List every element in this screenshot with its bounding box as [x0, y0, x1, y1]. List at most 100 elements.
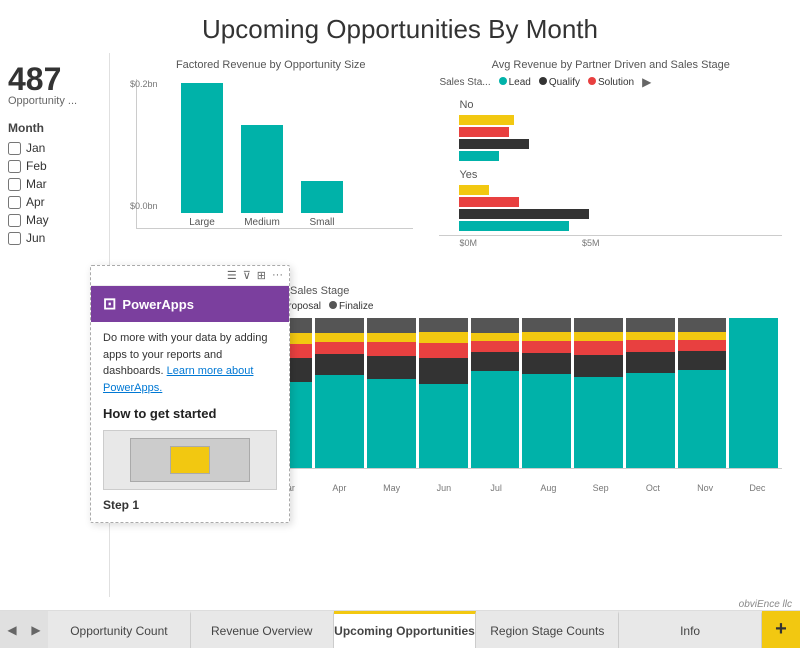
powerapps-image	[103, 430, 277, 490]
stacked-seg-solution	[367, 342, 416, 356]
hbar-yes-label: Yes	[459, 169, 782, 181]
month-label-apr: Apr	[26, 195, 45, 209]
popup-expand-icon[interactable]: ⊞	[257, 269, 266, 282]
stacked-seg-lead	[522, 374, 571, 468]
x-month-sep: Sep	[576, 483, 625, 493]
stacked-bar-Apr	[315, 318, 364, 468]
page-title: Upcoming Opportunities By Month	[0, 0, 800, 53]
month-label-feb: Feb	[26, 159, 47, 173]
tab-region-stage-counts[interactable]: Region Stage Counts	[476, 611, 619, 648]
month-filter-list: Jan Feb Mar Apr May Jun	[8, 141, 101, 245]
filter-item-mar: Mar	[8, 177, 101, 191]
bottom-nav: ◀ ▶ Opportunity Count Revenue Overview U…	[0, 610, 800, 648]
stacked-seg-solution	[471, 341, 520, 352]
stacked-seg-lead	[367, 379, 416, 468]
checkbox-apr[interactable]	[8, 196, 21, 209]
hbar-no-row2	[459, 127, 782, 137]
x-month-aug: Aug	[524, 483, 573, 493]
branding: obviEnce llc	[0, 597, 800, 610]
filter-item-feb: Feb	[8, 159, 101, 173]
stacked-seg-qualify	[367, 356, 416, 379]
popup-step: Step 1	[103, 496, 277, 514]
popup-toolbar: ☰ ⊽ ⊞ ···	[91, 266, 289, 286]
tab-upcoming-opportunities[interactable]: Upcoming Opportunities	[334, 611, 477, 648]
powerapps-icon: ⊡	[103, 294, 116, 314]
main-container: Upcoming Opportunities By Month 487 Oppo…	[0, 0, 800, 648]
stacked-seg-solution	[626, 340, 675, 352]
bar-small-label: Small	[309, 217, 334, 228]
avg-revenue-legend: Sales Sta... Lead Qualify Solution ▶	[439, 75, 782, 89]
hbar-yes-row1	[459, 185, 782, 195]
stacked-seg-finalize	[315, 318, 364, 333]
popup-menu-icon[interactable]: ☰	[227, 269, 237, 282]
powerapps-popup: ☰ ⊽ ⊞ ··· ⊡ PowerApps Do more with your …	[90, 265, 290, 523]
nav-add-tab[interactable]: +	[762, 611, 800, 648]
bar-medium: Medium	[241, 125, 283, 228]
checkbox-mar[interactable]	[8, 178, 21, 191]
stacked-bar-Oct	[626, 318, 675, 468]
popup-body: Do more with your data by adding apps to…	[91, 322, 289, 522]
y-label-bottom: $0.0bn	[130, 201, 158, 211]
hbar-no-group: No	[459, 99, 782, 161]
stacked-seg-finalize	[678, 318, 727, 332]
checkbox-jan[interactable]	[8, 142, 21, 155]
nav-next[interactable]: ▶	[24, 611, 48, 648]
stacked-seg-finalize	[367, 318, 416, 333]
stacked-seg-proposal	[574, 332, 623, 341]
stacked-seg-lead	[626, 373, 675, 468]
x-month-nov: Nov	[681, 483, 730, 493]
filter-item-may: May	[8, 213, 101, 227]
factored-revenue-chart: Factored Revenue by Opportunity Size $0.…	[120, 53, 421, 273]
stacked-seg-qualify	[626, 352, 675, 373]
legend-sales-stage: Sales Sta...	[439, 77, 490, 88]
avg-revenue-title: Avg Revenue by Partner Driven and Sales …	[439, 59, 782, 71]
stacked-seg-proposal	[419, 332, 468, 343]
stacked-seg-finalize	[522, 318, 571, 332]
tab-revenue-overview[interactable]: Revenue Overview	[191, 611, 334, 648]
popup-filter-icon[interactable]: ⊽	[243, 269, 251, 282]
stacked-seg-finalize	[574, 318, 623, 332]
hbar-no-label: No	[459, 99, 782, 111]
stacked-seg-finalize	[419, 318, 468, 332]
stacked-seg-proposal	[522, 332, 571, 341]
stacked-seg-qualify	[315, 354, 364, 375]
x-label-5m: $5M	[582, 238, 600, 248]
stacked-seg-qualify	[678, 351, 727, 371]
hbar-yes-row4	[459, 221, 782, 231]
hbar-yes-group: Yes	[459, 169, 782, 231]
stacked-seg-proposal	[315, 333, 364, 342]
stacked-seg-proposal	[367, 333, 416, 342]
powerapps-how: How to get started	[103, 404, 277, 424]
popup-more-icon[interactable]: ···	[272, 269, 283, 282]
stacked-seg-proposal	[471, 333, 520, 341]
avg-revenue-x-labels: $0M $5M	[439, 236, 599, 248]
legend-arrow[interactable]: ▶	[642, 75, 651, 89]
filter-item-jan: Jan	[8, 141, 101, 155]
tab-info[interactable]: Info	[619, 611, 762, 648]
nav-prev[interactable]: ◀	[0, 611, 24, 648]
filter-item-jun: Jun	[8, 231, 101, 245]
x-month-jun: Jun	[419, 483, 468, 493]
bar-large: Large	[181, 83, 223, 228]
hbar-yes-row2	[459, 197, 782, 207]
checkbox-feb[interactable]	[8, 160, 21, 173]
stacked-seg-proposal	[626, 332, 675, 340]
checkbox-jun[interactable]	[8, 232, 21, 245]
stacked-seg-solution	[315, 342, 364, 354]
tab-opportunity-count[interactable]: Opportunity Count	[48, 611, 191, 648]
powerapps-img-inner	[130, 438, 250, 482]
stacked-seg-lead	[419, 384, 468, 468]
x-month-jul: Jul	[472, 483, 521, 493]
stacked-bar-Dec	[729, 318, 778, 468]
month-label-jun: Jun	[26, 231, 45, 245]
stacked-bar-Aug	[522, 318, 571, 468]
month-filter-label: Month	[8, 121, 101, 135]
stacked-bar-Sep	[574, 318, 623, 468]
x-month-may: May	[367, 483, 416, 493]
hbar-no-row1	[459, 115, 782, 125]
checkbox-may[interactable]	[8, 214, 21, 227]
hbar-no-row4	[459, 151, 782, 161]
legend-solution: Solution	[588, 77, 634, 88]
x-month-oct: Oct	[628, 483, 677, 493]
bar-large-label: Large	[189, 217, 215, 228]
